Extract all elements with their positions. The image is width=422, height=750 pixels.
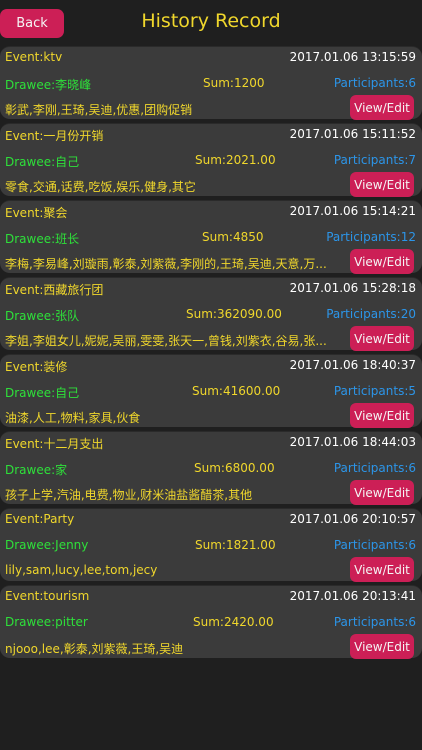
participants-list: 李梅,李易峰,刘璇雨,彰泰,刘紫薇,李刚的,王琦,吴迪,天意,万... (5, 257, 327, 271)
sum: Sum:2420.00 (193, 615, 274, 629)
participants-count: Participants:20 (326, 307, 416, 321)
participants-count: Participants:7 (333, 153, 416, 167)
participants-count: Participants:6 (333, 538, 416, 552)
participants-list: lily,sam,lucy,lee,tom,jecy (5, 563, 158, 577)
record-row: Event:聚会 2017.01.06 15:14:21 Drawee:班长 S… (0, 200, 422, 274)
record-row: Event:西藏旅行团 2017.01.06 15:28:18 Drawee:张… (0, 277, 422, 351)
participants-list: 零食,交通,话费,吃饭,娱乐,健身,其它 (5, 180, 196, 194)
view-edit-button[interactable]: View/Edit (350, 249, 414, 274)
record-row: Event:Party 2017.01.06 20:10:57 Drawee:J… (0, 508, 422, 582)
record-date: 2017.01.06 20:10:57 (289, 512, 416, 526)
view-edit-button[interactable]: View/Edit (350, 557, 414, 582)
page-title: History Record (141, 10, 281, 32)
drawee: Drawee:pitter (5, 615, 88, 629)
event-name: Event:十二月支出 (5, 437, 104, 451)
record-date: 2017.01.06 18:44:03 (289, 435, 416, 449)
event-name: Event:tourism (5, 589, 90, 603)
drawee: Drawee:Jenny (5, 538, 89, 552)
sum: Sum:2021.00 (195, 153, 276, 167)
drawee: Drawee:自己 (5, 386, 80, 400)
record-row: Event:装修 2017.01.06 18:40:37 Drawee:自己 S… (0, 354, 422, 428)
participants-count: Participants:6 (333, 615, 416, 629)
participants-list: njooo,lee,彰泰,刘紫薇,王琦,吴迪 (5, 642, 184, 656)
sum: Sum:362090.00 (186, 307, 282, 321)
view-edit-button[interactable]: View/Edit (350, 172, 414, 197)
history-list: Event:ktv 2017.01.06 13:15:59 Drawee:李晓峰… (0, 46, 422, 662)
participants-list: 孩子上学,汽油,电费,物业,财米油盐酱醋茶,其他 (5, 488, 253, 502)
record-row: Event:tourism 2017.01.06 20:13:41 Drawee… (0, 585, 422, 659)
record-row: Event:十二月支出 2017.01.06 18:44:03 Drawee:家… (0, 431, 422, 505)
record-row: Event:ktv 2017.01.06 13:15:59 Drawee:李晓峰… (0, 46, 422, 120)
view-edit-button[interactable]: View/Edit (350, 95, 414, 120)
record-date: 2017.01.06 15:14:21 (289, 204, 416, 218)
event-name: Event:西藏旅行团 (5, 283, 104, 297)
event-name: Event:ktv (5, 50, 63, 64)
drawee: Drawee:张队 (5, 309, 80, 323)
sum: Sum:1200 (203, 76, 265, 90)
record-date: 2017.01.06 13:15:59 (289, 50, 416, 64)
record-row: Event:一月份开销 2017.01.06 15:11:52 Drawee:自… (0, 123, 422, 197)
participants-count: Participants:12 (326, 230, 416, 244)
drawee: Drawee:班长 (5, 232, 80, 246)
record-date: 2017.01.06 18:40:37 (289, 358, 416, 372)
view-edit-button[interactable]: View/Edit (350, 634, 414, 659)
record-date: 2017.01.06 15:28:18 (289, 281, 416, 295)
drawee: Drawee:自己 (5, 155, 80, 169)
sum: Sum:4850 (202, 230, 264, 244)
drawee: Drawee:家 (5, 463, 68, 477)
participants-count: Participants:5 (333, 384, 416, 398)
view-edit-button[interactable]: View/Edit (350, 326, 414, 351)
participants-list: 油漆,人工,物料,家具,伙食 (5, 411, 141, 425)
event-name: Event:Party (5, 512, 75, 526)
record-date: 2017.01.06 20:13:41 (289, 589, 416, 603)
participants-list: 彰武,李刚,王琦,吴迪,优惠,团购促销 (5, 103, 193, 117)
sum: Sum:1821.00 (195, 538, 276, 552)
view-edit-button[interactable]: View/Edit (350, 403, 414, 428)
participants-list: 李姐,李姐女儿,妮妮,吴丽,雯雯,张天一,曾钱,刘紫衣,谷易,张... (5, 334, 327, 348)
record-date: 2017.01.06 15:11:52 (289, 127, 416, 141)
header-bar: Back History Record (0, 0, 422, 46)
drawee: Drawee:李晓峰 (5, 78, 92, 92)
event-name: Event:聚会 (5, 206, 68, 220)
participants-count: Participants:6 (333, 76, 416, 90)
event-name: Event:一月份开销 (5, 129, 104, 143)
event-name: Event:装修 (5, 360, 68, 374)
view-edit-button[interactable]: View/Edit (350, 480, 414, 505)
sum: Sum:6800.00 (194, 461, 275, 475)
sum: Sum:41600.00 (192, 384, 281, 398)
participants-count: Participants:6 (333, 461, 416, 475)
